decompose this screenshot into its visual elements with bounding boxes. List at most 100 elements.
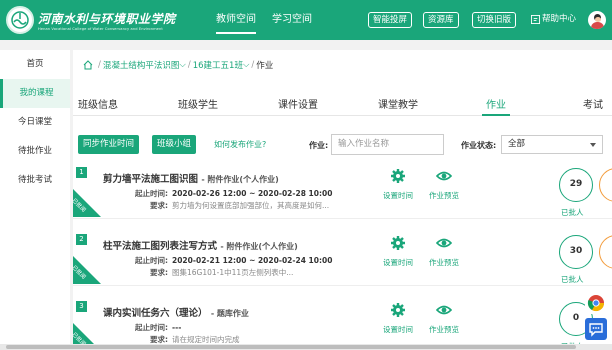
- homework-card: 2 已批阅 柱平法施工图列表注写方式 - 附件作业(个人作业) 起止时间: 202…: [73, 234, 612, 286]
- sidebar-item-my-courses[interactable]: 我的课程: [0, 79, 70, 108]
- homework-card: 1 已批阅 剪力墙平法施工图识图 - 附件作业(个人作业) 起止时间: 2020-…: [73, 167, 612, 219]
- homework-index: 2: [76, 234, 87, 245]
- sync-homework-time-button[interactable]: 同步作业时间: [78, 135, 140, 154]
- set-time-action[interactable]: 设置时间: [378, 168, 418, 201]
- gear-icon: [391, 303, 405, 317]
- course-tabs: 班级信息 班级学生 课件设置 课堂教学 作业 考试: [73, 90, 612, 116]
- breadcrumb-class-dropdown-icon[interactable]: ⌵: [243, 60, 249, 70]
- set-time-label: 设置时间: [383, 258, 413, 267]
- homework-title-text: 柱平法施工图列表注写方式: [103, 241, 218, 252]
- homework-index: 3: [76, 301, 87, 312]
- breadcrumb-current: 作业: [256, 61, 274, 71]
- homework-requirement: 请在规定时间内完成: [172, 335, 240, 344]
- school-emblem-icon: [6, 6, 34, 34]
- help-center-link[interactable]: 帮助中心: [531, 12, 576, 27]
- ribbon-label: 已批阅: [73, 197, 87, 214]
- time-key: 起止时间:: [135, 256, 168, 265]
- main-content: / 混凝土结构平法识图 ⌵ / 16建工五1班 ⌵ / 作业 班级信息 班级学生…: [73, 50, 612, 350]
- homework-search-input[interactable]: 输入作业名称: [331, 134, 444, 155]
- tab-exam[interactable]: 考试: [583, 96, 603, 111]
- resource-library-button[interactable]: 资源库: [423, 12, 459, 28]
- set-time-action[interactable]: 设置时间: [378, 235, 418, 268]
- nav-teacher-space[interactable]: 教师空间: [208, 0, 264, 40]
- main-nav: 教师空间 学习空间: [208, 0, 320, 40]
- homework-requirement: 剪力墙为何设置底部加强部位，其高度是如何...: [172, 201, 330, 210]
- homework-time: 2020-02-26 12:00 ~ 2020-02-28 10:00: [172, 189, 333, 198]
- breadcrumb-course[interactable]: 混凝土结构平法识图: [103, 59, 180, 71]
- set-time-label: 设置时间: [383, 325, 413, 334]
- status-filter-value: 全部: [508, 139, 526, 149]
- reviewed-ribbon: 已批阅: [73, 256, 101, 284]
- breadcrumb-course-dropdown-icon[interactable]: ⌵: [179, 60, 185, 70]
- sidebar-item-home[interactable]: 首页: [0, 50, 70, 79]
- tab-courseware-settings[interactable]: 课件设置: [278, 96, 318, 111]
- smart-cast-button[interactable]: 智能投屏: [368, 12, 413, 28]
- preview-action[interactable]: 作业预览: [424, 168, 464, 201]
- avatar[interactable]: [588, 11, 606, 29]
- horizontal-scrollbar[interactable]: [0, 344, 612, 350]
- reviewed-count[interactable]: 29: [559, 168, 593, 202]
- sidebar-item-pending-homework[interactable]: 待批作业: [0, 137, 70, 166]
- tab-class-info[interactable]: 班级信息: [78, 96, 118, 111]
- time-key: 起止时间:: [135, 323, 168, 332]
- reviewed-count[interactable]: 30: [559, 235, 593, 269]
- status-filter-select[interactable]: 全部: [501, 135, 603, 154]
- preview-action[interactable]: 作业预览: [424, 235, 464, 268]
- status-filter-label: 作业状态:: [461, 141, 497, 150]
- homework-title-text: 课内实训任务六（理论）: [103, 308, 208, 319]
- reviewed-count-label: 已批人: [561, 275, 584, 284]
- nav-learning-space[interactable]: 学习空间: [264, 0, 320, 40]
- requirement-key: 要求:: [150, 201, 168, 210]
- homework-search-label: 作业:: [309, 141, 329, 150]
- time-key: 起止时间:: [135, 189, 168, 198]
- homework-time: 2020-02-21 12:00 ~ 2020-02-24 10:00: [172, 256, 333, 265]
- eye-icon: [435, 171, 453, 181]
- sidebar-item-today-class[interactable]: 今日课堂: [0, 108, 70, 137]
- set-time-action[interactable]: 设置时间: [378, 302, 418, 335]
- preview-action[interactable]: 作业预览: [424, 302, 464, 335]
- scrollbar-thumb[interactable]: [6, 345, 576, 349]
- how-to-publish-link[interactable]: 如何发布作业?: [214, 139, 266, 150]
- homework-title[interactable]: 剪力墙平法施工图识图 - 附件作业(个人作业): [103, 171, 279, 185]
- eye-icon: [435, 305, 453, 315]
- homework-card: 3 已批阅 课内实训任务六（理论） - 题库作业 起止时间: --- 要求: 请在规…: [73, 301, 612, 350]
- preview-label: 作业预览: [429, 258, 459, 267]
- content-panel: / 混凝土结构平法识图 ⌵ / 16建工五1班 ⌵ / 作业 班级信息 班级学生…: [73, 50, 612, 350]
- tab-homework[interactable]: 作业: [482, 96, 510, 116]
- preview-label: 作业预览: [429, 325, 459, 334]
- homework-index: 1: [76, 167, 87, 178]
- switch-old-version-button[interactable]: 切换旧版: [472, 12, 517, 28]
- set-time-label: 设置时间: [383, 191, 413, 200]
- homework-title[interactable]: 课内实训任务六（理论） - 题库作业: [103, 305, 249, 319]
- gear-icon: [391, 236, 405, 250]
- school-name: 河南水利与环境职业学院: [38, 11, 176, 26]
- unreviewed-count[interactable]: [599, 235, 612, 269]
- homework-type: - 附件作业(个人作业): [220, 242, 298, 251]
- homework-title[interactable]: 柱平法施工图列表注写方式 - 附件作业(个人作业): [103, 238, 298, 252]
- breadcrumb: / 混凝土结构平法识图 ⌵ / 16建工五1班 ⌵ / 作业: [83, 59, 273, 71]
- school-logo[interactable]: 河南水利与环境职业学院 Henan Vocational College of …: [6, 6, 196, 34]
- school-name-en: Henan Vocational College of Water Conser…: [38, 26, 163, 31]
- reviewed-count-label: 已批人: [561, 208, 584, 217]
- home-icon[interactable]: [83, 60, 93, 70]
- class-group-button[interactable]: 班级小组: [152, 135, 197, 154]
- help-center-label: 帮助中心: [542, 14, 577, 24]
- eye-icon: [435, 238, 453, 248]
- browser-icon[interactable]: [585, 292, 607, 314]
- chat-icon[interactable]: [585, 318, 607, 340]
- tab-classroom-teaching[interactable]: 课堂教学: [378, 96, 418, 111]
- sidebar: 首页 我的课程 今日课堂 待批作业 待批考试: [0, 50, 70, 350]
- tab-class-students[interactable]: 班级学生: [178, 96, 218, 111]
- ribbon-label: 已批阅: [73, 264, 87, 281]
- unreviewed-count[interactable]: [599, 168, 612, 202]
- gear-icon: [391, 169, 405, 183]
- help-icon: [531, 15, 540, 24]
- homework-type: - 题库作业: [210, 309, 249, 318]
- homework-toolbar: 同步作业时间 班级小组 如何发布作业? 作业: 输入作业名称 作业状态: 全部: [73, 134, 612, 158]
- top-header: 河南水利与环境职业学院 Henan Vocational College of …: [0, 0, 612, 40]
- requirement-key: 要求:: [150, 268, 168, 277]
- reviewed-ribbon: 已批阅: [73, 189, 101, 217]
- breadcrumb-class[interactable]: 16建工五1班: [193, 59, 243, 71]
- sidebar-item-pending-exam[interactable]: 待批考试: [0, 166, 70, 195]
- homework-time: ---: [172, 323, 182, 332]
